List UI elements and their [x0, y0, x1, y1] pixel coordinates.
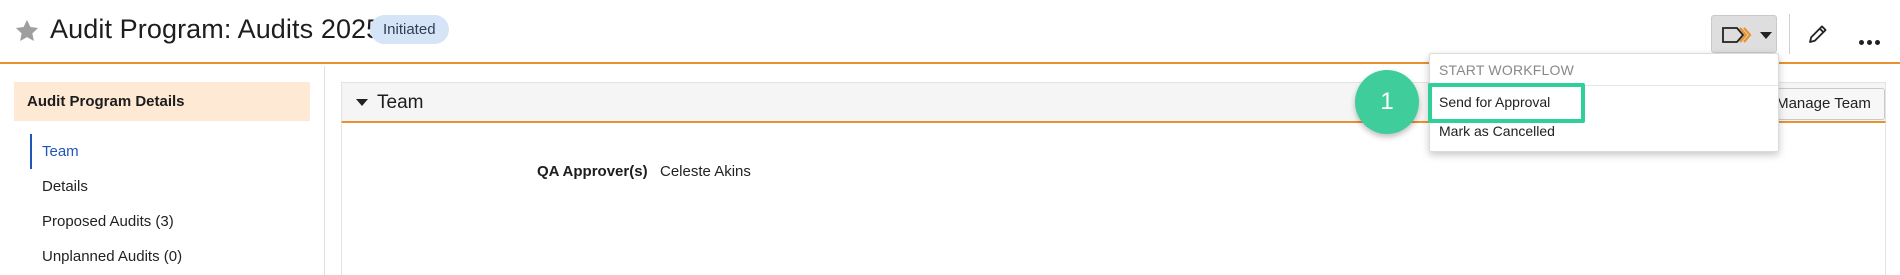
sidebar-nav: Team Details Proposed Audits (3) Unplann…: [30, 134, 182, 274]
chevron-down-icon[interactable]: [356, 99, 368, 106]
manage-team-button[interactable]: Manage Team: [1762, 88, 1885, 120]
step-marker: 1: [1355, 70, 1419, 134]
sidebar-item-details[interactable]: Details: [30, 169, 182, 204]
toolbar-divider: [1789, 14, 1790, 54]
menu-item-mark-as-cancelled[interactable]: Mark as Cancelled: [1439, 123, 1555, 139]
workflow-arrows-icon: [1722, 27, 1752, 43]
star-icon[interactable]: [13, 17, 41, 45]
more-horizontal-icon[interactable]: [1859, 32, 1883, 50]
sidebar-item-unplanned-audits[interactable]: Unplanned Audits (0): [30, 239, 182, 274]
status-badge: Initiated: [370, 15, 449, 44]
chevron-down-icon: [1760, 32, 1772, 39]
qa-approver-value: Celeste Akins: [660, 163, 751, 180]
qa-approver-label: QA Approver(s): [537, 163, 648, 180]
page-title: Audit Program: Audits 2025: [50, 14, 382, 44]
sidebar: Audit Program Details Team Details Propo…: [0, 66, 325, 275]
section-title: Team: [377, 92, 424, 113]
highlight-box: [1428, 83, 1585, 123]
pencil-icon[interactable]: [1806, 22, 1830, 46]
sidebar-heading: Audit Program Details: [14, 82, 310, 121]
sidebar-item-team[interactable]: Team: [30, 134, 182, 169]
workflow-button[interactable]: [1711, 15, 1777, 53]
sidebar-item-proposed-audits[interactable]: Proposed Audits (3): [30, 204, 182, 239]
dropdown-heading: START WORKFLOW: [1439, 62, 1575, 78]
